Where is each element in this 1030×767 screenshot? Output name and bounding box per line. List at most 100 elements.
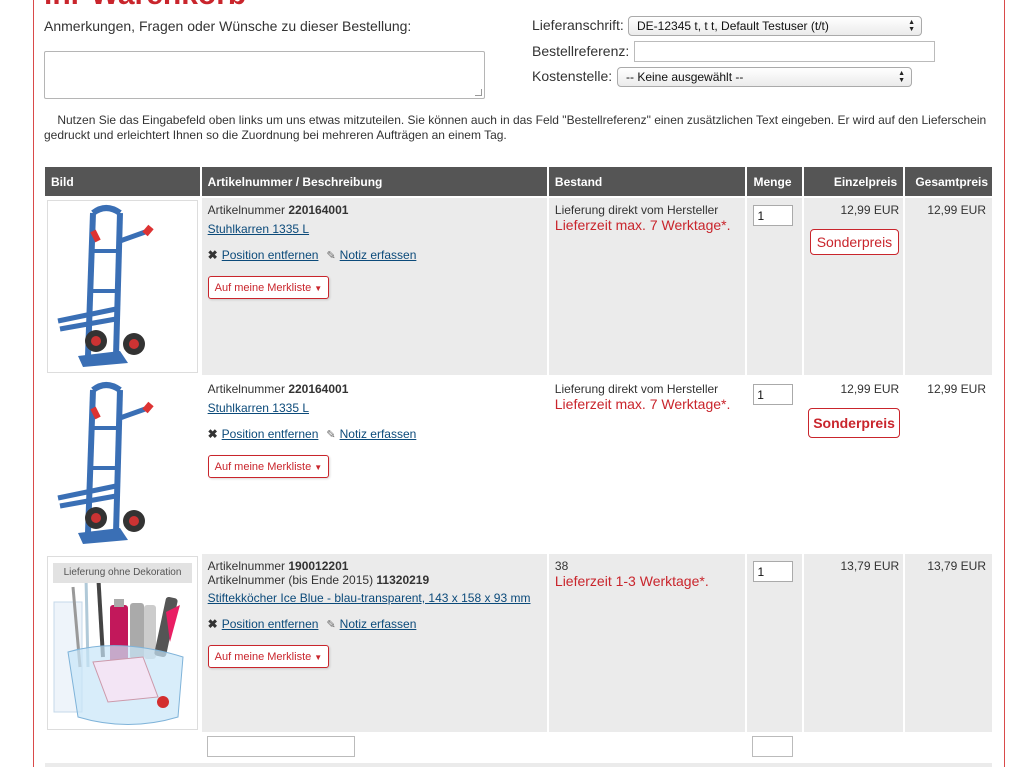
notes-label: Anmerkungen, Fragen oder Wünsche zu dies…	[44, 18, 412, 34]
add-note-link[interactable]: Notiz erfassen	[340, 248, 417, 262]
total-price: 12,99 EUR	[927, 382, 986, 396]
add-note-link[interactable]: Notiz erfassen	[340, 617, 417, 631]
total-price: 13,79 EUR	[927, 559, 987, 573]
stock-text: Lieferung direkt vom Hersteller	[554, 382, 719, 396]
product-link[interactable]: Stuhlkarren 1335 L	[208, 222, 309, 236]
header-image: Bild	[45, 167, 200, 196]
product-link[interactable]: Stiftekköcher Ice Blue - blau-transparen…	[208, 591, 531, 605]
wishlist-label: Auf meine Merkliste	[214, 282, 312, 294]
article-number: Artikelnummer 220164001	[208, 203, 541, 217]
table-bottom-strip	[45, 763, 992, 767]
article-number-old: Artikelnummer (bis Ende 2015) 11320219	[208, 573, 541, 587]
notes-textarea[interactable]	[44, 51, 485, 99]
total-price: 12,99 EUR	[927, 203, 987, 217]
unit-price: 13,79 EUR	[840, 559, 900, 573]
total-cell: 12,99 EUR	[905, 198, 993, 375]
qty-cell: 1	[747, 377, 803, 552]
image-cell	[45, 198, 200, 375]
total-cell: 13,79 EUR	[905, 554, 993, 732]
edit-note-icon[interactable]: ✎	[326, 249, 335, 262]
header-qty: Menge	[747, 167, 803, 196]
reference-label: Bestellreferenz:	[532, 43, 630, 59]
caret-down-icon: ▼	[314, 653, 323, 662]
table-row: Artikelnummer 220164001 Stuhlkarren 1335…	[45, 198, 993, 375]
page-heading: ihr Warenkorb	[44, 0, 246, 12]
add-to-wishlist-button[interactable]: Auf meine Merkliste ▼	[207, 455, 330, 478]
article-label: Artikelnummer	[207, 203, 286, 217]
remove-position-link[interactable]: Position entfernen	[222, 427, 319, 441]
cost-center-label: Kostenstelle:	[532, 68, 613, 84]
table-header: Bild Artikelnummer / Beschreibung Bestan…	[45, 167, 993, 196]
product-image-pen-holder[interactable]: Lieferung ohne Dekoration	[47, 556, 198, 730]
product-image-handtruck[interactable]	[47, 200, 198, 373]
add-note-link[interactable]: Notiz erfassen	[340, 427, 417, 441]
article-number-value: 190012201	[288, 559, 349, 573]
lead-time: Lieferzeit max. 7 Werktage*.	[554, 217, 731, 233]
article-number-value: 220164001	[288, 382, 349, 396]
add-to-wishlist-button[interactable]: Auf meine Merkliste ▼	[207, 645, 330, 668]
remove-icon[interactable]: ✖	[208, 248, 218, 262]
quantity-input[interactable]: 1	[753, 384, 794, 405]
lead-time: Lieferzeit max. 7 Werktage*.	[554, 396, 731, 412]
quantity-input[interactable]: 1	[753, 205, 794, 226]
remove-icon[interactable]: ✖	[208, 617, 218, 631]
article-label: Artikelnummer	[207, 559, 286, 573]
select-arrows-icon: ▲ ▼	[908, 19, 915, 33]
add-to-wishlist-button[interactable]: Auf meine Merkliste ▼	[207, 276, 330, 299]
description-cell: Artikelnummer 220164001 Stuhlkarren 1335…	[201, 377, 547, 552]
stock-cell: Lieferung direkt vom Hersteller Lieferze…	[548, 377, 746, 552]
stock-cell: Lieferung direkt vom Hersteller Lieferze…	[548, 198, 746, 375]
cost-center-select[interactable]: -- Keine ausgewählt -- ▲ ▼	[617, 67, 912, 87]
unit-price: 12,99 EUR	[840, 382, 900, 396]
total-cell: 12,99 EUR	[905, 377, 992, 552]
image-cell	[45, 377, 200, 552]
address-select[interactable]: DE-12345 t, t t, Default Testuser (t/t) …	[628, 16, 922, 36]
caret-down-icon: ▼	[314, 463, 323, 472]
unit-price: 12,99 EUR	[840, 203, 900, 217]
image-caption: Lieferung ohne Dekoration	[53, 563, 192, 583]
address-select-value: DE-12345 t, t t, Default Testuser (t/t)	[637, 19, 829, 33]
wishlist-label: Auf meine Merkliste	[214, 651, 312, 663]
remove-position-link[interactable]: Position entfernen	[222, 248, 319, 262]
wishlist-label: Auf meine Merkliste	[214, 461, 312, 473]
resize-grip-icon[interactable]	[475, 89, 482, 96]
handtruck-image	[57, 205, 154, 367]
article-label: Artikelnummer	[207, 382, 285, 396]
lead-time: Lieferzeit 1-3 Werktage*.	[554, 573, 709, 589]
select-arrows-icon: ▲ ▼	[898, 70, 905, 84]
info-text: Nutzen Sie das Eingabefeld oben links um…	[44, 113, 994, 143]
quantity-input[interactable]: 1	[753, 561, 794, 582]
product-link[interactable]: Stuhlkarren 1335 L	[208, 401, 309, 415]
article-number: Artikelnummer 190012201	[208, 559, 541, 573]
description-cell: Artikelnummer 190012201 Artikelnummer (b…	[201, 554, 547, 732]
info-text-content: Nutzen Sie das Eingabefeld oben links um…	[44, 113, 987, 142]
stock-text: Lieferung direkt vom Hersteller	[554, 203, 719, 217]
edit-note-icon[interactable]: ✎	[326, 428, 335, 441]
header-stock: Bestand	[548, 167, 746, 196]
caret-down-icon: ▼	[314, 284, 323, 293]
remove-position-link[interactable]: Position entfernen	[222, 617, 319, 631]
article-label-old: Artikelnummer (bis Ende 2015)	[207, 573, 374, 587]
handtruck-image	[57, 382, 154, 544]
unit-price-cell: 12,99 EUR Sonderpreis	[804, 198, 904, 375]
reference-input[interactable]	[634, 41, 935, 62]
table-row: Artikelnummer 220164001 Stuhlkarren 1335…	[45, 377, 992, 552]
article-number-old-value: 11320219	[376, 573, 430, 587]
row-actions: ✖ Position entfernen ✎ Notiz erfassen	[208, 617, 541, 631]
remove-icon[interactable]: ✖	[208, 427, 218, 441]
cost-center-value: -- Keine ausgewählt --	[626, 70, 744, 84]
address-label: Lieferanschrift:	[532, 17, 624, 33]
stock-cell: 38 Lieferzeit 1-3 Werktage*.	[548, 554, 746, 732]
stock-text: 38	[554, 559, 569, 573]
add-article-number-input[interactable]	[207, 736, 355, 757]
product-image-handtruck[interactable]	[47, 379, 198, 550]
article-number: Artikelnummer 220164001	[208, 382, 541, 396]
article-number-value: 220164001	[288, 203, 349, 217]
unit-price-cell: 13,79 EUR	[804, 554, 904, 732]
row-actions: ✖ Position entfernen ✎ Notiz erfassen	[208, 427, 541, 441]
unit-price-cell: 12,99 EUR Sonderpreis	[804, 377, 904, 552]
edit-note-icon[interactable]: ✎	[326, 618, 335, 631]
add-quantity-input[interactable]	[752, 736, 793, 757]
image-cell: Lieferung ohne Dekoration	[45, 554, 200, 732]
cart-table: Bild Artikelnummer / Beschreibung Bestan…	[45, 167, 993, 732]
